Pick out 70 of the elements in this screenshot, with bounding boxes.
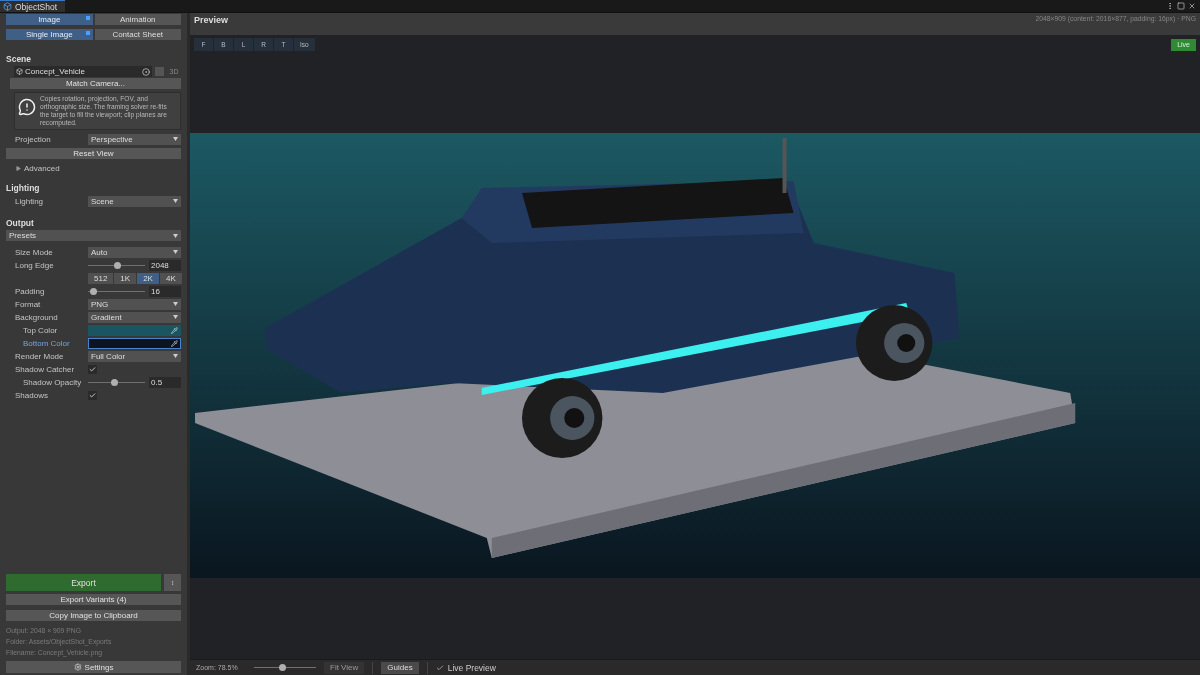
mode-tab[interactable]: Animation bbox=[94, 14, 181, 25]
maximize-icon[interactable] bbox=[1177, 2, 1185, 10]
close-icon[interactable] bbox=[1188, 2, 1196, 10]
match-camera-button[interactable]: Match Camera... bbox=[10, 78, 181, 89]
number-field[interactable]: 2048 bbox=[149, 259, 181, 271]
field-label: Shadow Opacity bbox=[23, 377, 83, 387]
caret-icon bbox=[173, 315, 178, 319]
section-heading: Scene bbox=[6, 54, 33, 64]
settings-button[interactable]: Settings bbox=[6, 661, 181, 673]
dropdown[interactable]: Perspective bbox=[88, 133, 181, 145]
copy-image-button[interactable]: Copy Image to Clipboard bbox=[6, 610, 181, 621]
field-label: Padding bbox=[15, 286, 46, 296]
color-field[interactable] bbox=[88, 324, 181, 336]
eyedropper-icon[interactable] bbox=[171, 326, 178, 334]
check-icon bbox=[435, 663, 444, 672]
guides-button[interactable]: Guides bbox=[381, 661, 419, 674]
live-preview-toggle[interactable]: Live Preview bbox=[435, 662, 496, 673]
caret-icon bbox=[173, 250, 178, 254]
window-tab[interactable]: ObjectShot bbox=[0, 0, 66, 12]
gear-icon bbox=[73, 663, 82, 671]
presets-dropdown[interactable]: Presets bbox=[6, 230, 181, 241]
number-field[interactable]: 0.5 bbox=[149, 376, 181, 388]
field-label: Top Color bbox=[23, 325, 59, 335]
eyedropper-icon[interactable] bbox=[171, 339, 178, 347]
app-icon bbox=[3, 2, 12, 11]
target-icon[interactable] bbox=[142, 67, 150, 76]
more-icon[interactable] bbox=[1166, 2, 1174, 10]
dropdown[interactable]: Full Color bbox=[88, 350, 181, 362]
export-button[interactable]: Export bbox=[6, 574, 161, 591]
object-field[interactable]: Concept_Vehicle bbox=[14, 66, 152, 77]
cube-icon bbox=[16, 68, 23, 75]
field-label: Shadows bbox=[15, 390, 49, 400]
caret-icon bbox=[173, 199, 178, 203]
field-label: Background bbox=[15, 312, 59, 322]
dropdown[interactable]: PNG bbox=[88, 298, 181, 310]
caret-icon bbox=[173, 137, 178, 141]
warning-icon bbox=[18, 98, 36, 116]
advanced-foldout[interactable]: Advanced bbox=[6, 162, 181, 174]
size-option[interactable]: 512 bbox=[88, 272, 114, 284]
dropdown[interactable]: Auto bbox=[88, 246, 181, 258]
color-field[interactable] bbox=[88, 337, 181, 349]
section-heading: Lighting bbox=[6, 183, 41, 193]
checkbox[interactable] bbox=[88, 364, 97, 374]
size-option[interactable]: 4K bbox=[159, 272, 182, 284]
caret-icon bbox=[173, 302, 178, 306]
field-label: Render Mode bbox=[15, 351, 65, 361]
triangle-icon bbox=[16, 165, 21, 171]
dropdown[interactable]: Gradient bbox=[88, 311, 181, 323]
export-variants-button[interactable]: Export Variants (4) bbox=[6, 594, 181, 605]
number-field[interactable]: 16 bbox=[149, 285, 181, 297]
section-heading: Output bbox=[6, 218, 35, 228]
field-label: Lighting bbox=[15, 196, 45, 206]
mode-tab[interactable]: Single Image bbox=[6, 29, 93, 40]
field-label: Projection bbox=[15, 134, 52, 144]
panel-title: Preview bbox=[194, 15, 229, 27]
checkbox[interactable] bbox=[88, 390, 97, 400]
field-label: Size Mode bbox=[15, 247, 54, 257]
zoom-slider[interactable] bbox=[254, 662, 316, 673]
mode-tab[interactable]: Contact Sheet bbox=[94, 29, 181, 40]
dropdown[interactable]: Scene bbox=[88, 195, 181, 207]
field-label: Bottom Color bbox=[23, 338, 71, 348]
reset-view-button[interactable]: Reset View bbox=[6, 148, 181, 159]
size-option[interactable]: 2K bbox=[137, 272, 159, 284]
field-label: Shadow Catcher bbox=[15, 364, 76, 374]
caret-icon bbox=[173, 354, 178, 358]
mode-tab[interactable]: Image bbox=[6, 14, 93, 25]
field-label: Long Edge bbox=[15, 260, 55, 270]
size-option[interactable]: 1K bbox=[114, 272, 137, 284]
field-label: Format bbox=[15, 299, 42, 309]
caret-icon bbox=[173, 233, 178, 238]
